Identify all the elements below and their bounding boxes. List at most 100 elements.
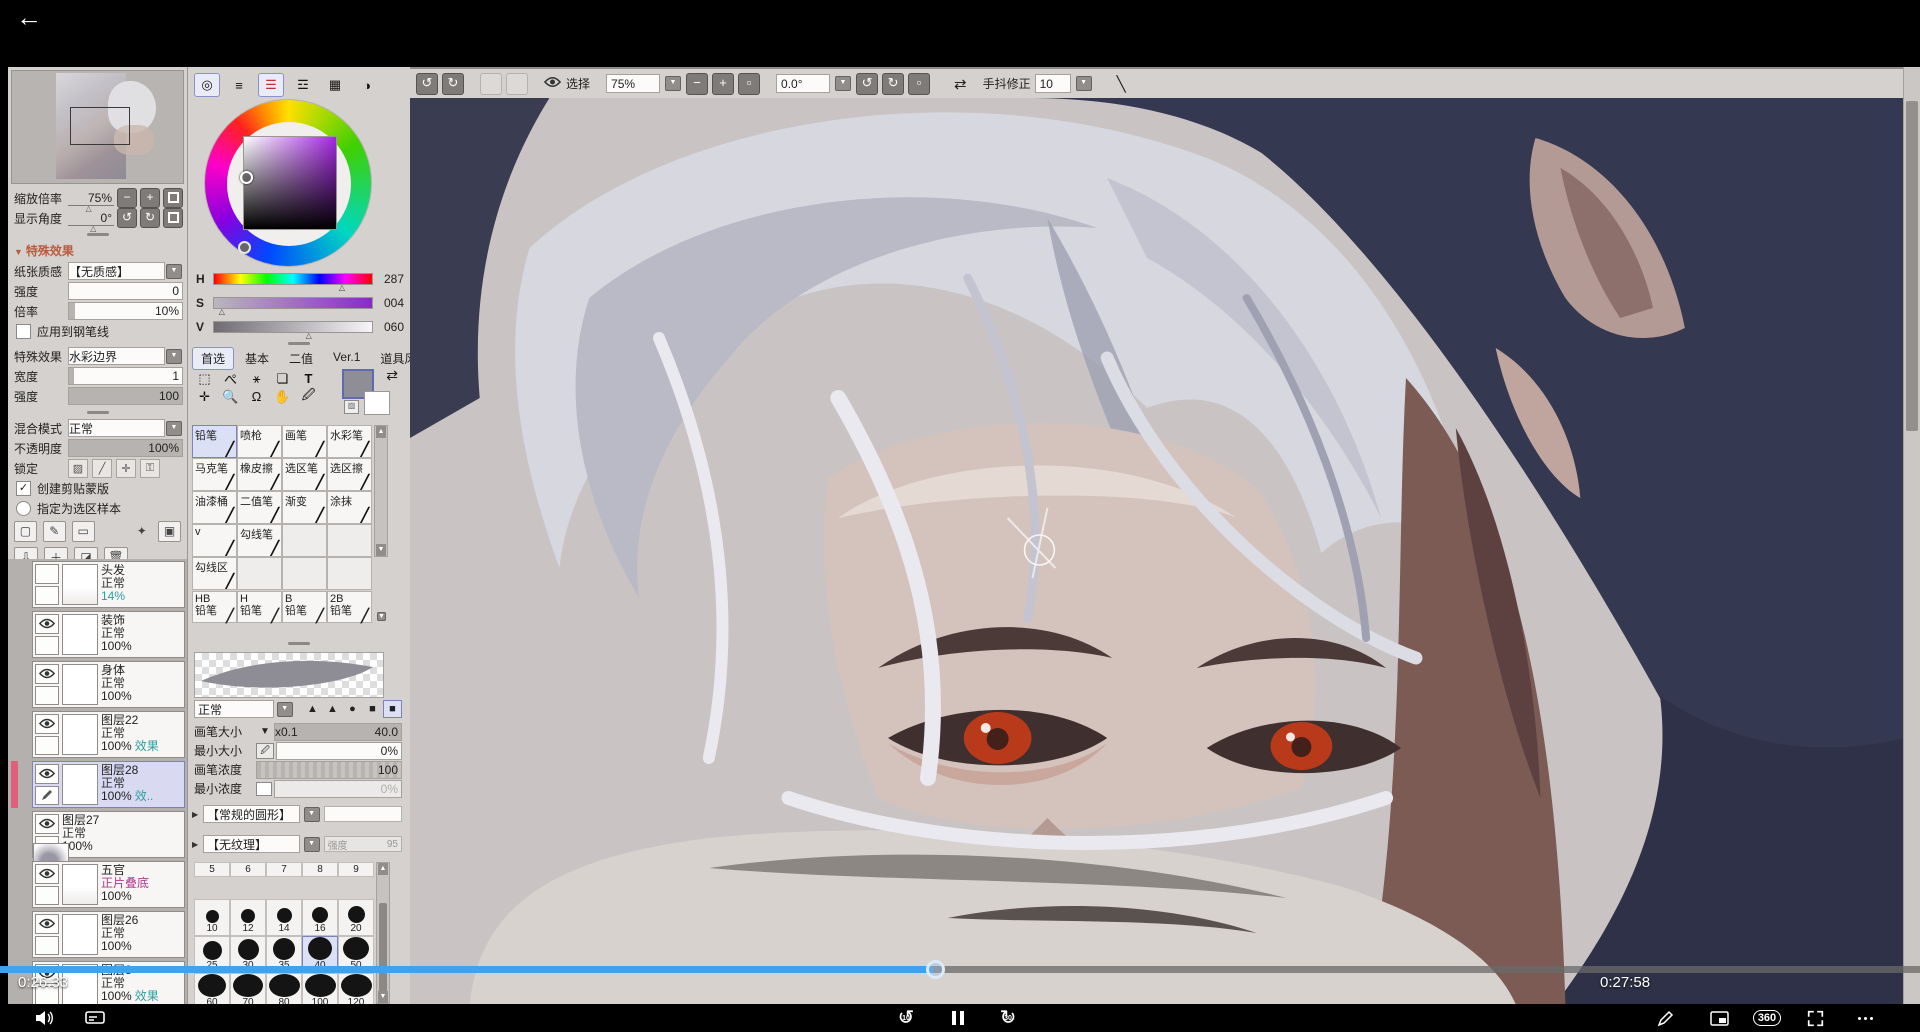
color-wheel-icon[interactable]: ◎ <box>194 73 220 97</box>
scroll-up-icon[interactable]: ▲ <box>378 863 388 875</box>
zoom-in-button[interactable]: + <box>140 188 160 208</box>
brush-tip-shape-4[interactable]: ■ <box>363 700 382 718</box>
expand-arrow-icon[interactable]: ▶ <box>192 840 200 849</box>
brush-涂抹[interactable]: 涂抹╱ <box>327 491 372 524</box>
marquee-select-tool[interactable]: ⬚ <box>192 370 217 387</box>
hue-slider-marker[interactable]: △ <box>339 284 345 292</box>
layer-visibility-toggle[interactable] <box>35 714 59 734</box>
layer-thumbnail[interactable] <box>62 764 98 805</box>
brush-size-10[interactable]: 10 <box>194 899 230 936</box>
canvas-zoom-box[interactable]: 75% <box>606 74 660 93</box>
brush-size-9[interactable]: 9 <box>338 862 374 877</box>
canvas-angle-reset-button[interactable]: ▫ <box>908 73 930 95</box>
min-density-slider[interactable]: 0% <box>274 780 402 798</box>
brush-blend-dropdown[interactable]: 正常 <box>194 700 274 718</box>
replay-10-icon[interactable]: ↺10 <box>893 1006 919 1030</box>
video-progress-handle[interactable] <box>926 960 945 979</box>
special-effects-header[interactable]: ▼特殊效果 <box>8 240 187 261</box>
layer-visibility-toggle[interactable] <box>35 864 59 884</box>
undo-button[interactable]: ↺ <box>416 73 438 95</box>
pencil-variant-2B[interactable]: 2B铅笔╱ <box>327 591 372 623</box>
brush-马克笔[interactable]: 马克笔╱ <box>192 458 237 491</box>
layer-item[interactable]: 五官正片叠底100% <box>32 861 185 908</box>
layer-effect-icon[interactable]: ✦ <box>131 522 152 541</box>
brush-画笔[interactable]: 画笔╱ <box>282 425 327 458</box>
pencil-variant-B[interactable]: B铅笔╱ <box>282 591 327 623</box>
layer-extra-slot[interactable] <box>35 636 59 656</box>
angle-reset-button[interactable] <box>163 208 183 228</box>
value-slider-marker[interactable]: △ <box>306 332 312 340</box>
video-progress-bar[interactable] <box>0 966 1920 973</box>
min-size-slider[interactable]: 0% <box>276 742 402 760</box>
layer-item[interactable]: 图层22正常100%效果 <box>32 711 185 758</box>
brush-size-8[interactable]: 8 <box>302 862 338 877</box>
zoom-slider[interactable]: 75%△ <box>68 191 114 206</box>
notes-pencil-icon[interactable] <box>1652 1006 1678 1030</box>
brush-blend-dropdown-arrow[interactable]: ▼ <box>277 702 293 717</box>
scroll-down-icon[interactable]: ▼ <box>378 991 388 1003</box>
tab-首选[interactable]: 首选 <box>192 347 234 370</box>
layer-extra-slot[interactable] <box>35 686 59 706</box>
canvas-zoom-reset-button[interactable]: ▫ <box>738 73 760 95</box>
apply-to-pen-checkbox[interactable] <box>16 324 31 339</box>
brush-油漆桶[interactable]: 油漆桶╱ <box>192 491 237 524</box>
zoom-tool[interactable]: 🔍 <box>218 388 243 405</box>
layer-item[interactable]: 图层26正常100% <box>32 911 185 958</box>
pencil-variant-HB[interactable]: HB铅笔╱ <box>192 591 237 623</box>
brush-size-7[interactable]: 7 <box>266 862 302 877</box>
canvas-artwork[interactable] <box>410 98 1904 1004</box>
paper-texture-dropdown-arrow[interactable]: ▼ <box>166 264 182 279</box>
expand-arrow-icon[interactable]: ▶ <box>192 810 200 819</box>
layer-thumbnail[interactable] <box>62 614 98 655</box>
color-bars-icon[interactable]: ≡ <box>226 73 252 97</box>
brush-size-14[interactable]: 14 <box>266 899 302 936</box>
clipping-mask-row[interactable]: ✓ 创建剪贴蒙版 <box>8 478 187 498</box>
layer-extra-slot[interactable] <box>35 586 59 606</box>
brush-选区笔[interactable]: 选区笔╱ <box>282 458 327 491</box>
hand-tool[interactable]: ✋ <box>270 388 295 405</box>
rgb-sliders-icon[interactable]: ☰ <box>258 73 284 97</box>
brush-shape-dropdown-arrow[interactable]: ▼ <box>304 807 320 822</box>
scratchpad-icon[interactable]: ◑ <box>354 73 380 97</box>
opacity-slider[interactable]: 100% <box>68 439 183 457</box>
texture-ratio-slider[interactable]: 10% <box>68 302 183 320</box>
brush-tip-shape-3[interactable]: ● <box>343 700 362 718</box>
mixer-sliders-icon[interactable]: ☲ <box>290 73 316 97</box>
brush-选区擦[interactable]: 选区擦╱ <box>327 458 372 491</box>
layer-thumbnail[interactable] <box>62 864 98 905</box>
blend-mode-dropdown-arrow[interactable]: ▼ <box>166 421 182 436</box>
effect-type-dropdown-arrow[interactable]: ▼ <box>166 349 182 364</box>
forward-30-icon[interactable]: ↻30 <box>995 1006 1021 1030</box>
canvas-zoom-out-button[interactable]: − <box>686 73 708 95</box>
brush-size-unit-dropdown[interactable]: ▼ <box>256 726 274 737</box>
more-options-icon[interactable] <box>1852 1006 1878 1030</box>
selection-visibility-icon[interactable] <box>544 76 562 91</box>
effect-strength-slider[interactable]: 100 <box>68 387 183 405</box>
pencil-variant-dropdown[interactable]: ▼ <box>376 607 387 623</box>
paper-texture-dropdown[interactable]: 【无质感】 <box>68 262 165 280</box>
layer-visibility-toggle[interactable] <box>35 914 59 934</box>
brush-铅笔[interactable]: 铅笔╱ <box>192 425 237 458</box>
layer-item[interactable]: 装饰正常100% <box>32 611 185 658</box>
selection-sample-radio[interactable] <box>16 501 31 516</box>
effect-width-slider[interactable]: 1 <box>68 367 183 385</box>
swap-colors-icon[interactable]: ⇄ <box>386 367 398 384</box>
volume-icon[interactable] <box>32 1006 58 1030</box>
brush-size-12[interactable]: 12 <box>230 899 266 936</box>
new-layer-icon[interactable]: ▢ <box>14 521 37 542</box>
density-slider[interactable]: 100 <box>256 761 402 779</box>
saturation-slider-marker[interactable]: △ <box>219 308 225 316</box>
pause-button-icon[interactable] <box>945 1006 971 1030</box>
min-density-checkbox[interactable] <box>256 782 272 796</box>
rotate-cw-button[interactable]: ↻ <box>140 208 160 228</box>
brush-渐变[interactable]: 渐变╱ <box>282 491 327 524</box>
layer-extra-slot[interactable] <box>35 886 59 906</box>
pencil-variant-H[interactable]: H铅笔╱ <box>237 591 282 623</box>
zoom-reset-button[interactable] <box>163 188 183 208</box>
canvas-zoom-dropdown-arrow[interactable]: ▼ <box>665 76 681 91</box>
canvas-vertical-scrollbar[interactable] <box>1903 67 1920 1004</box>
layer-visibility-toggle[interactable] <box>35 614 59 634</box>
stabilizer-dropdown-arrow[interactable]: ▼ <box>1076 76 1092 91</box>
canvas-rotate-ccw-button[interactable]: ↺ <box>856 73 878 95</box>
video-360-badge[interactable]: 360 <box>1750 1006 1784 1030</box>
